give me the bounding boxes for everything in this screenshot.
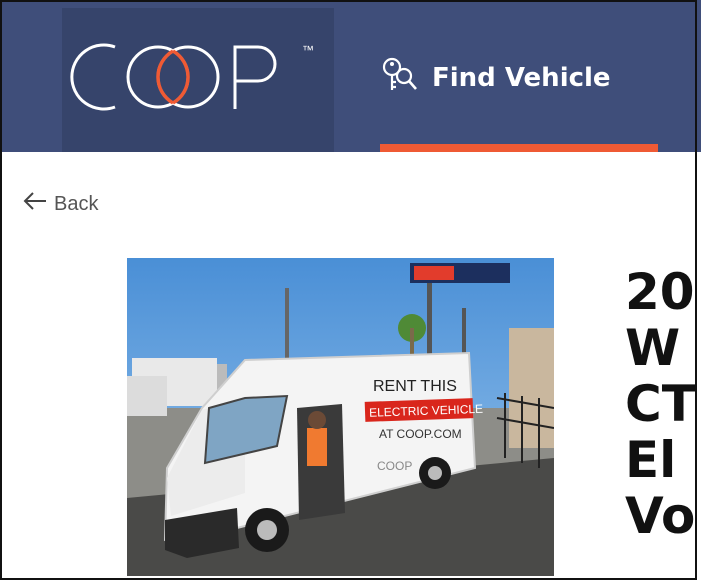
arrow-left-icon bbox=[22, 190, 48, 218]
title-line-3: CT bbox=[625, 375, 696, 433]
photo-van-logo: COOP bbox=[377, 459, 412, 473]
title-line-5: Vo bbox=[625, 487, 696, 545]
vehicle-title: 20 W CT El Vo bbox=[625, 264, 701, 544]
title-line-1: 20 bbox=[625, 263, 695, 321]
trademark-symbol: ™ bbox=[302, 43, 314, 57]
coop-logo[interactable]: ™ bbox=[70, 35, 330, 120]
photo-url-text: AT COOP.COM bbox=[379, 427, 462, 441]
find-vehicle-label: Find Vehicle bbox=[432, 63, 611, 93]
nav-find-vehicle[interactable]: Find Vehicle bbox=[380, 50, 611, 106]
title-line-4: El bbox=[625, 431, 677, 489]
back-link[interactable]: Back bbox=[22, 190, 98, 218]
back-label: Back bbox=[54, 192, 99, 215]
active-tab-indicator bbox=[380, 144, 658, 152]
coop-logo-mark bbox=[70, 43, 277, 111]
photo-sign-text: RENT THIS bbox=[373, 378, 457, 395]
vehicle-photo[interactable]: RENT THIS ELECTRIC VEHICLE AT COOP.COM C… bbox=[127, 258, 554, 576]
key-search-icon bbox=[380, 56, 418, 101]
title-line-2: W bbox=[625, 319, 681, 377]
